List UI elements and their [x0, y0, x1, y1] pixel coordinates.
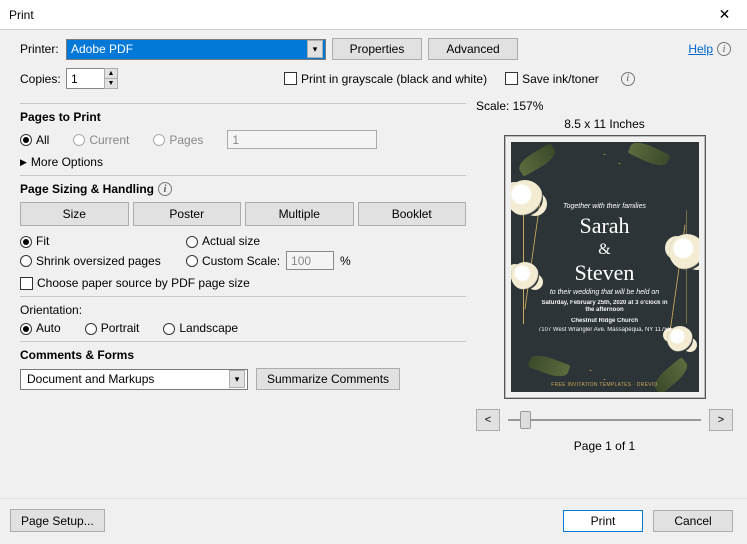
- more-options-toggle[interactable]: ▶ More Options: [20, 155, 466, 169]
- preview-column: Scale: 157% 8.5 x 11 Inches Together wit…: [476, 97, 733, 457]
- custom-scale-input[interactable]: [286, 251, 334, 270]
- pages-range-radio[interactable]: Pages: [153, 133, 203, 147]
- save-ink-info-icon[interactable]: i: [621, 72, 635, 86]
- invite-amp: &: [537, 240, 673, 259]
- leaf-decoration: [515, 143, 558, 177]
- bottom-bar: Page Setup... Print Cancel: [0, 498, 747, 544]
- advanced-button[interactable]: Advanced: [428, 38, 518, 60]
- save-ink-checkbox[interactable]: Save ink/toner: [505, 72, 599, 86]
- spin-up-icon[interactable]: ▲: [104, 68, 118, 78]
- radio-icon: [153, 134, 165, 146]
- page-counter: Page 1 of 1: [476, 439, 733, 453]
- copies-input[interactable]: [66, 68, 104, 89]
- summarize-comments-button[interactable]: Summarize Comments: [256, 368, 400, 390]
- sizing-heading: Page Sizing & Handling i: [20, 182, 466, 196]
- poster-tab[interactable]: Poster: [133, 202, 242, 226]
- leaf-decoration: [527, 352, 570, 381]
- scale-label: Scale: 157%: [476, 99, 733, 113]
- title-bar: Print ✕: [0, 0, 747, 30]
- help-link[interactable]: Help: [688, 42, 713, 56]
- leaf-decoration: [627, 142, 670, 170]
- comments-selected: Document and Markups: [27, 372, 154, 386]
- radio-icon: [85, 323, 97, 335]
- printer-combo[interactable]: Adobe PDF ▾: [66, 39, 326, 60]
- prev-page-button[interactable]: <: [476, 409, 500, 431]
- multiple-tab[interactable]: Multiple: [245, 202, 354, 226]
- radio-icon: [163, 323, 175, 335]
- chevron-down-icon: ▾: [229, 370, 245, 388]
- booklet-tab[interactable]: Booklet: [358, 202, 467, 226]
- choose-paper-checkbox[interactable]: Choose paper source by PDF page size: [20, 276, 466, 290]
- custom-scale-radio[interactable]: Custom Scale:: [186, 254, 280, 268]
- percent-label: %: [340, 254, 351, 268]
- chevron-down-icon: ▾: [307, 40, 323, 58]
- orientation-portrait-radio[interactable]: Portrait: [85, 321, 140, 335]
- checkbox-icon: [505, 72, 518, 85]
- printer-selected: Adobe PDF: [71, 42, 133, 56]
- orientation-landscape-radio[interactable]: Landscape: [163, 321, 238, 335]
- checkbox-icon: [20, 277, 33, 290]
- invite-name2: Steven: [537, 261, 673, 285]
- spin-down-icon[interactable]: ▼: [104, 78, 118, 89]
- radio-icon: [186, 255, 198, 267]
- invite-top: Together with their families: [537, 203, 673, 211]
- invite-footer: FREE INVITATION TEMPLATES · DREVIO: [511, 382, 699, 388]
- invite-line2: Saturday, February 25th, 2020 at 3 o'clo…: [537, 300, 673, 314]
- comments-combo[interactable]: Document and Markups ▾: [20, 369, 248, 390]
- printer-label: Printer:: [20, 42, 60, 56]
- radio-icon: [20, 134, 32, 146]
- copies-spinner[interactable]: ▲ ▼: [66, 68, 118, 89]
- copies-label: Copies:: [20, 72, 60, 86]
- pages-range-input[interactable]: [227, 130, 377, 149]
- orientation-heading: Orientation:: [20, 303, 466, 317]
- close-icon: ✕: [719, 6, 731, 23]
- size-tab[interactable]: Size: [20, 202, 129, 226]
- invite-addr: 7107 West Wrangler Ave. Massapequa, NY 1…: [537, 327, 673, 334]
- window-title: Print: [9, 8, 34, 22]
- printer-row: Printer: Adobe PDF ▾ Properties Advanced…: [0, 30, 747, 66]
- radio-icon: [73, 134, 85, 146]
- radio-icon: [20, 236, 32, 248]
- print-button[interactable]: Print: [563, 510, 643, 532]
- orientation-auto-radio[interactable]: Auto: [20, 321, 61, 335]
- invite-line1: to their wedding that will be held on: [537, 289, 673, 297]
- pages-current-radio[interactable]: Current: [73, 133, 129, 147]
- help-info-icon[interactable]: i: [717, 42, 731, 56]
- actual-size-radio[interactable]: Actual size: [186, 234, 260, 248]
- checkbox-icon: [284, 72, 297, 85]
- close-button[interactable]: ✕: [702, 0, 747, 29]
- save-ink-label: Save ink/toner: [522, 72, 599, 86]
- next-page-button[interactable]: >: [709, 409, 733, 431]
- zoom-slider[interactable]: [508, 411, 701, 429]
- properties-button[interactable]: Properties: [332, 38, 422, 60]
- preview-content: Together with their families Sarah & Ste…: [511, 142, 699, 392]
- preview-frame: Together with their families Sarah & Ste…: [504, 135, 706, 399]
- paper-size-label: 8.5 x 11 Inches: [476, 117, 733, 131]
- invite-venue: Chestnut Ridge Church: [537, 318, 673, 325]
- cancel-button[interactable]: Cancel: [653, 510, 733, 532]
- copies-row: Copies: ▲ ▼ Print in grayscale (black an…: [0, 66, 747, 97]
- grayscale-label: Print in grayscale (black and white): [301, 72, 487, 86]
- radio-icon: [20, 323, 32, 335]
- fit-radio[interactable]: Fit: [20, 234, 49, 248]
- pages-all-radio[interactable]: All: [20, 133, 49, 147]
- invite-name1: Sarah: [537, 214, 673, 238]
- sizing-info-icon[interactable]: i: [158, 182, 172, 196]
- radio-icon: [186, 236, 198, 248]
- slider-track: [508, 419, 701, 421]
- page-setup-button[interactable]: Page Setup...: [10, 509, 105, 532]
- comments-heading: Comments & Forms: [20, 348, 466, 362]
- triangle-right-icon: ▶: [20, 157, 27, 168]
- shrink-radio[interactable]: Shrink oversized pages: [20, 254, 161, 268]
- pages-to-print-heading: Pages to Print: [20, 110, 466, 124]
- left-column: Pages to Print All Current Pages ▶ More …: [20, 97, 466, 457]
- slider-thumb[interactable]: [520, 411, 531, 429]
- radio-icon: [20, 255, 32, 267]
- grayscale-checkbox[interactable]: Print in grayscale (black and white): [284, 72, 487, 86]
